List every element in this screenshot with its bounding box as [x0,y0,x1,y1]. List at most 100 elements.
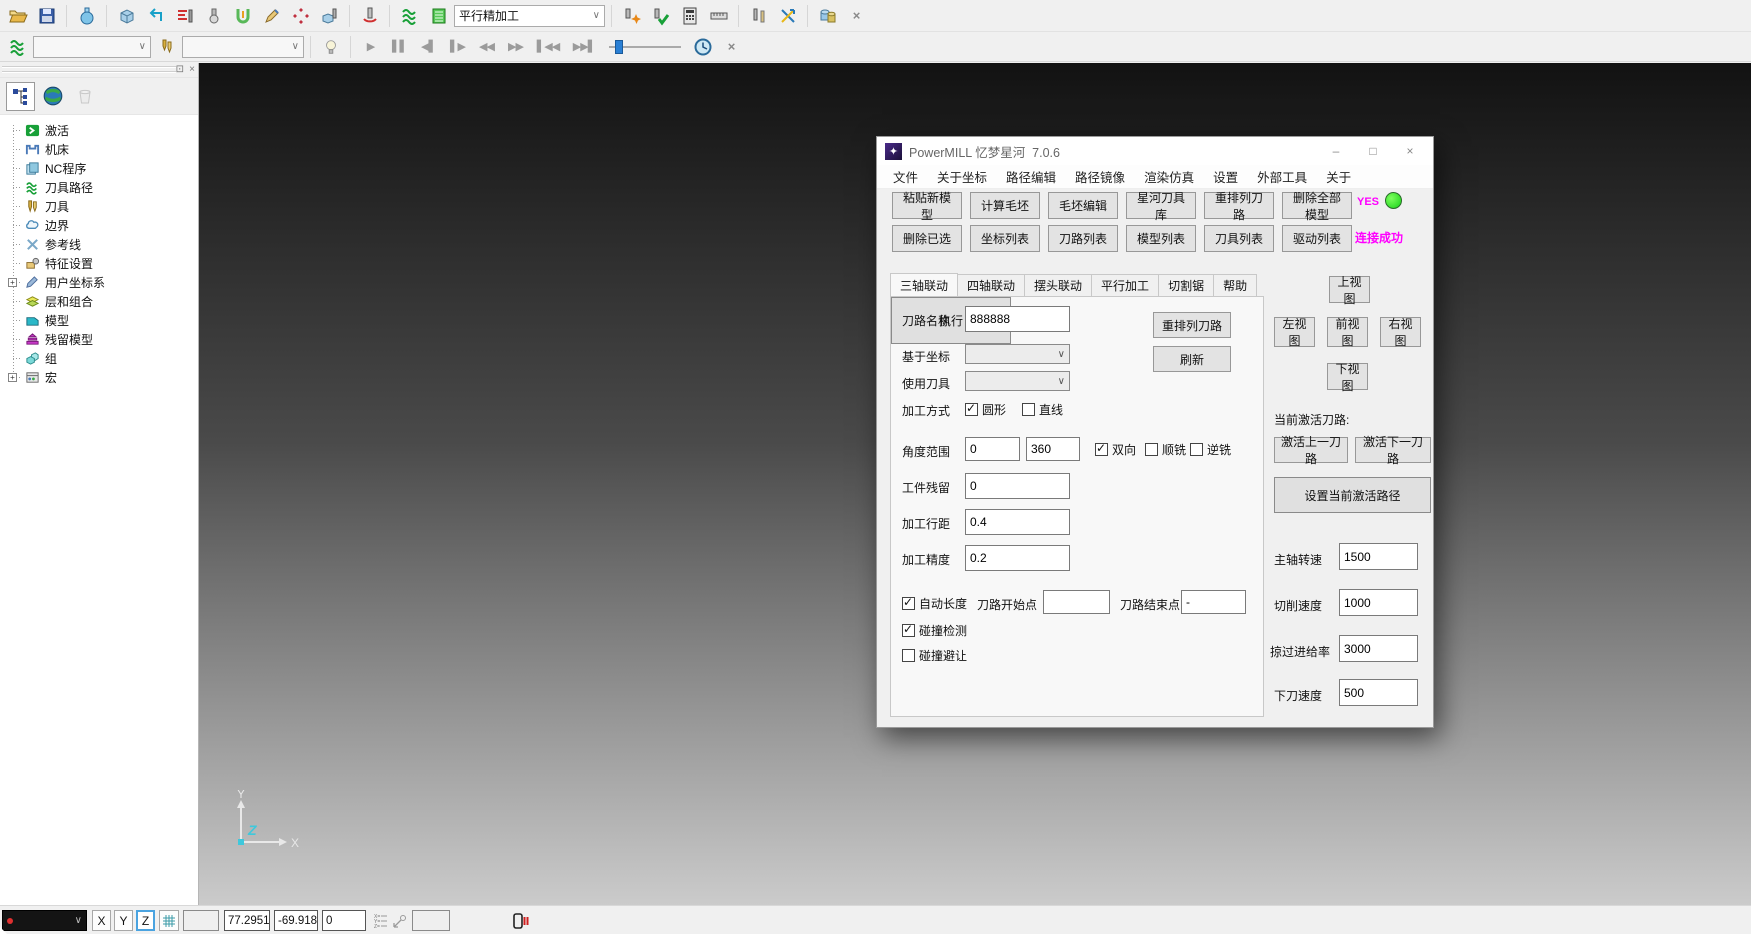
activate-prev-button[interactable]: 激活上一刀路 [1274,437,1348,463]
grid-snap-button[interactable] [159,910,179,931]
expand-icon[interactable]: + [8,278,17,287]
highlight-button[interactable] [317,34,344,60]
start-point-input[interactable] [1043,590,1110,614]
coord-mode-dropdown[interactable]: ∨ [2,910,87,931]
tolerance-status-field[interactable] [412,910,450,931]
rearrange-toolpaths-button[interactable]: 重排列刀路 [1204,192,1274,219]
close-button[interactable]: × [1395,140,1425,162]
rearrange-button[interactable]: 重排列刀路 [1153,312,1231,338]
tree-item-tools[interactable]: 刀具 [0,197,198,216]
models-button[interactable] [814,3,841,29]
calculator-button[interactable] [676,3,703,29]
coord-list-button[interactable]: 坐标列表 [970,225,1040,252]
toolpath-button[interactable] [396,3,423,29]
axis-z-button[interactable]: Z [136,910,155,931]
coord-x-field[interactable]: 77.2951 [224,910,270,931]
menu-about[interactable]: 关于 [1326,167,1351,186]
edit-toolpath-button[interactable] [258,3,285,29]
tree-item-groups[interactable]: 组 [0,349,198,368]
menu-path-mirror[interactable]: 路径镜像 [1075,167,1125,186]
verify-toolpath-button[interactable] [647,3,674,29]
maximize-button[interactable]: □ [1358,140,1388,162]
axis-y-button[interactable]: Y [114,910,133,931]
panel-grip[interactable]: ⊡ × [0,63,198,78]
skim-feed-input[interactable] [1339,635,1418,662]
bidirectional-checkbox[interactable]: 双向 [1095,441,1136,458]
tree-item-levels[interactable]: 层和组合 [0,292,198,311]
spindle-speed-input[interactable] [1339,543,1418,570]
device-pause-icon[interactable] [512,910,530,931]
expand-icon[interactable]: + [8,373,17,382]
tree-item-macros[interactable]: +宏 [0,368,198,387]
axis-x-button[interactable]: X [92,910,111,931]
slider-thumb[interactable] [615,40,623,54]
delete-all-models-button[interactable]: 删除全部模型 [1282,192,1352,219]
menu-settings[interactable]: 设置 [1213,167,1238,186]
collision-check-button[interactable] [229,3,256,29]
step-back-button[interactable]: ◀▌ [415,34,442,60]
sim-speed-slider[interactable] [609,38,681,56]
use-tool-select[interactable]: ∨ [965,371,1070,391]
tree-item-models[interactable]: 模型 [0,311,198,330]
tool-list-button[interactable]: 刀具列表 [1204,225,1274,252]
menu-coords[interactable]: 关于坐标 [937,167,987,186]
sim-clock-button[interactable] [689,34,716,60]
menu-path-edit[interactable]: 路径编辑 [1006,167,1056,186]
close-toolbar-button[interactable]: × [843,3,870,29]
open-project-button[interactable] [4,3,31,29]
close-panel-icon[interactable]: × [189,63,195,77]
block-button[interactable] [73,3,100,29]
go-to-start-button[interactable]: ▌◀◀ [531,34,565,60]
view-left-button[interactable]: 左视图 [1274,317,1315,347]
fast-forward-button[interactable]: ▶▶ [502,34,529,60]
delete-toolpath-button[interactable] [618,3,645,29]
ball-tool-button[interactable] [200,3,227,29]
set-active-path-button[interactable]: 设置当前激活路径 [1274,477,1431,513]
tree-item-stock-models[interactable]: 残留模型 [0,330,198,349]
block-edit-button[interactable]: 毛坯编辑 [1048,192,1118,219]
tree-item-nc-programs[interactable]: NC程序 [0,159,198,178]
view-bottom-button[interactable]: 下视图 [1327,363,1368,390]
tree-item-workplanes[interactable]: +用户坐标系 [0,273,198,292]
angle-end-input[interactable] [1026,437,1080,461]
sim-tool-button[interactable] [153,34,180,60]
toolpath-sim-button[interactable] [4,34,31,60]
tab-saw[interactable]: 切割锯 [1158,274,1214,296]
base-coord-select[interactable]: ∨ [965,344,1070,364]
tree-item-activate[interactable]: 激活 [0,121,198,140]
auto-length-checkbox[interactable]: 自动长度 [902,595,967,612]
toolpath-name-input[interactable] [965,306,1070,332]
collision-avoid-checkbox[interactable]: 碰撞避让 [902,647,967,664]
refresh-button[interactable]: 刷新 [1153,346,1231,372]
stock-remain-input[interactable] [965,473,1070,499]
strategy-combobox[interactable]: 平行精加工 ∨ [454,5,605,27]
tree-item-feature-sets[interactable]: 特征设置 [0,254,198,273]
compute-block-button[interactable]: 计算毛坯 [970,192,1040,219]
tab-help[interactable]: 帮助 [1213,274,1257,296]
line-checkbox[interactable]: 直线 [1022,401,1063,418]
end-point-input[interactable] [1181,590,1246,614]
tree-item-machine[interactable]: 机床 [0,140,198,159]
ruler-button[interactable] [705,3,732,29]
tab-three-axis[interactable]: 三轴联动 [890,273,958,296]
cube-tool-button[interactable] [113,3,140,29]
sim-toolpath-combobox[interactable]: ∨ [33,36,151,58]
explorer-tree-tab[interactable] [6,82,35,111]
dialog-title-bar[interactable]: ✦ PowerMILL 忆梦星河 7.0.6 – □ × [877,137,1433,165]
paste-new-model-button[interactable]: 粘贴新模型 [892,192,962,219]
strategy-button[interactable] [425,3,452,29]
tab-parallel[interactable]: 平行加工 [1091,274,1159,296]
toolpath-list-button[interactable]: 刀路列表 [1048,225,1118,252]
tolerance-input[interactable] [965,545,1070,571]
pause-button[interactable]: ▌▌ [386,34,413,60]
swap-tools-button[interactable] [774,3,801,29]
menu-file[interactable]: 文件 [893,167,918,186]
model-list-button[interactable]: 模型列表 [1126,225,1196,252]
tab-four-axis[interactable]: 四轴联动 [957,274,1025,296]
activate-next-button[interactable]: 激活下一刀路 [1355,437,1431,463]
visibility-globe-tab[interactable] [38,82,67,111]
grid-size-field[interactable] [183,910,219,931]
conventional-mill-checkbox[interactable]: 逆铣 [1190,441,1231,458]
float-panel-icon[interactable]: ⊡ [176,63,184,77]
tree-item-boundaries[interactable]: 边界 [0,216,198,235]
